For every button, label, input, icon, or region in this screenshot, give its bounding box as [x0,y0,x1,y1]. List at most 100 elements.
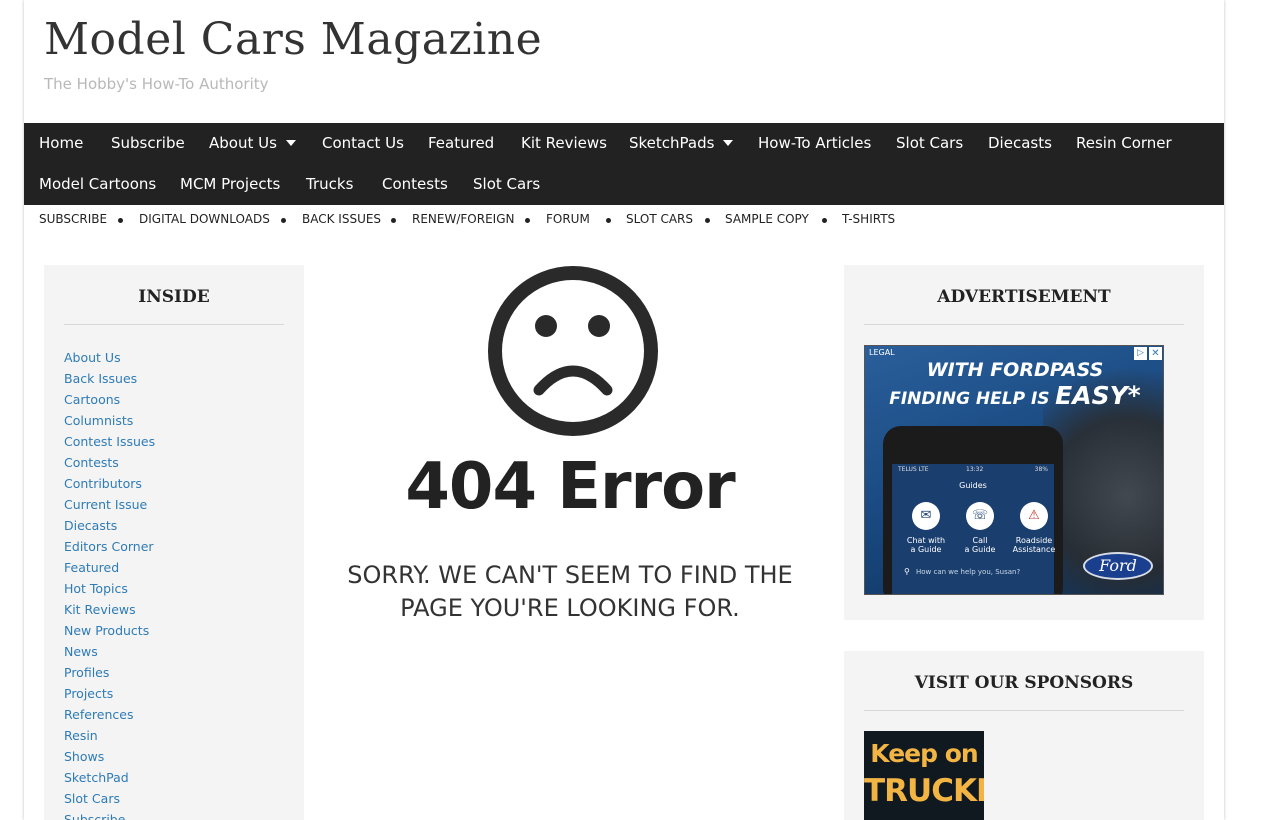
page-container: Model Cars Magazine The Hobby's How-To A… [24,0,1224,820]
error-heading: 404 Error [405,450,735,524]
secondary-nav: SUBSCRIBE DIGITAL DOWNLOADS BACK ISSUES … [24,212,1224,228]
widget-divider [64,324,284,325]
inside-link[interactable]: Projects [64,683,155,704]
inside-link[interactable]: Back Issues [64,368,155,389]
inside-link[interactable]: New Products [64,620,155,641]
inside-link[interactable]: Contest Issues [64,431,155,452]
ad-option-line1: Roadside [1015,536,1053,545]
nav-label: SketchPads [629,134,715,152]
subnav-back-issues[interactable]: BACK ISSUES [302,212,381,226]
nav-diecasts[interactable]: Diecasts [988,134,1052,152]
subnav-forum[interactable]: FORUM [546,212,590,226]
nav-label: Slot Cars [473,175,541,193]
ad-option-line2: a Guide [964,545,996,554]
subnav-renew-foreign[interactable]: RENEW/FOREIGN [412,212,514,226]
ad-phone-search-prompt: How can we help you, Susan? [916,568,1021,576]
nav-label: Home [39,134,84,152]
caret-down-icon [285,140,296,146]
error-message: SORRY. WE CAN'T SEEM TO FIND THE PAGE YO… [347,561,793,622]
subnav-sample-copy[interactable]: SAMPLE COPY [725,212,809,226]
nav-label: Contests [382,175,448,193]
inside-link[interactable]: News [64,641,155,662]
nav-label: Diecasts [988,134,1052,152]
nav-slot-cars[interactable]: Slot Cars [896,134,963,152]
ad-phone-carrier: TELUS LTE [898,466,929,473]
ad-phone-screen-title: Guides [959,481,987,490]
nav-home[interactable]: Home [39,134,83,152]
separator-dot [391,218,396,223]
inside-link[interactable]: Diecasts [64,515,155,536]
ad-phone-time: 13:32 [966,466,984,473]
inside-link[interactable]: Slot Cars [64,788,155,809]
nav-mcm-projects[interactable]: MCM Projects [180,175,280,193]
nav-label: Kit Reviews [521,134,607,152]
inside-link[interactable]: Columnists [64,410,155,431]
nav-how-to-articles[interactable]: How-To Articles [758,134,871,152]
inside-link[interactable]: Hot Topics [64,578,155,599]
sad-face-icon [488,266,658,436]
nav-label: About Us [209,134,277,152]
inside-link-list: About Us Back Issues Cartoons Columnists… [64,347,155,820]
inside-link[interactable]: Profiles [64,662,155,683]
widget-divider [864,324,1184,325]
inside-link[interactable]: Kit Reviews [64,599,155,620]
subnav-digital-downloads[interactable]: DIGITAL DOWNLOADS [139,212,270,226]
ad-phone-battery: 38% [1034,466,1048,473]
inside-link[interactable]: About Us [64,347,155,368]
inside-widget-title: INSIDE [138,287,210,307]
widget-divider [864,710,1184,711]
sponsors-widget-title: VISIT OUR SPONSORS [914,673,1134,693]
ad-phone-screen: TELUS LTE 13:32 38% Guides ✉ ☏ ⚠ Chat wi… [892,464,1055,594]
sponsor-banner[interactable]: Keep on TRUCKIN' [864,731,984,820]
nav-label: Trucks [306,175,354,193]
advertisement-widget: ADVERTISEMENT LEGAL ▷ ✕ WITH FORDPASS FI… [844,265,1204,620]
inside-link[interactable]: SketchPad [64,767,155,788]
ad-option-line1: Call [972,536,988,545]
nav-contests[interactable]: Contests [382,175,448,193]
nav-featured[interactable]: Featured [428,134,494,152]
ad-banner[interactable]: LEGAL ▷ ✕ WITH FORDPASS FINDING HELP IS … [864,345,1164,595]
sponsors-widget: VISIT OUR SPONSORS Keep on TRUCKIN' [844,651,1204,820]
separator-dot [118,218,123,223]
phone-icon: ☏ [966,502,994,530]
separator-dot [281,218,286,223]
ad-headline-1: WITH FORDPASS [926,359,1104,381]
nav-slot-cars-2[interactable]: Slot Cars [473,175,540,193]
search-icon: ⚲ [904,567,910,576]
nav-label: Subscribe [111,134,185,152]
separator-dot [525,218,530,223]
nav-subscribe[interactable]: Subscribe [111,134,185,152]
subnav-slot-cars[interactable]: SLOT CARS [626,212,693,226]
inside-link[interactable]: References [64,704,155,725]
advertisement-widget-title: ADVERTISEMENT [937,287,1111,307]
ad-headline-2: FINDING HELP IS [889,389,1050,409]
inside-widget: INSIDE About Us Back Issues Cartoons Col… [44,265,304,820]
nav-trucks[interactable]: Trucks [306,175,353,193]
nav-label: MCM Projects [180,175,281,193]
nav-contact-us[interactable]: Contact Us [322,134,404,152]
inside-link[interactable]: Contests [64,452,155,473]
nav-resin-corner[interactable]: Resin Corner [1076,134,1172,152]
inside-link[interactable]: Subscribe [64,809,155,820]
inside-link[interactable]: Resin [64,725,155,746]
inside-link[interactable]: Featured [64,557,155,578]
nav-label: How-To Articles [758,134,872,152]
inside-link[interactable]: Contributors [64,473,155,494]
subnav-subscribe[interactable]: SUBSCRIBE [39,212,107,226]
nav-model-cartoons[interactable]: Model Cartoons [39,175,156,193]
nav-label: Resin Corner [1076,134,1172,152]
subnav-t-shirts[interactable]: T-SHIRTS [842,212,895,226]
site-title[interactable]: Model Cars Magazine [44,14,542,65]
inside-link[interactable]: Editors Corner [64,536,155,557]
ad-headline-2-row: FINDING HELP IS EASY* [865,381,1163,410]
inside-link[interactable]: Shows [64,746,155,767]
sponsor-banner-line2: TRUCKIN' [864,773,984,809]
separator-dot [705,218,710,223]
ad-option-line2: a Guide [910,545,942,554]
nav-sketchpads[interactable]: SketchPads [629,134,734,152]
nav-about-us[interactable]: About Us [209,134,296,152]
nav-kit-reviews[interactable]: Kit Reviews [521,134,607,152]
inside-link[interactable]: Cartoons [64,389,155,410]
inside-link[interactable]: Current Issue [64,494,155,515]
site-tagline: The Hobby's How-To Authority [44,75,269,93]
